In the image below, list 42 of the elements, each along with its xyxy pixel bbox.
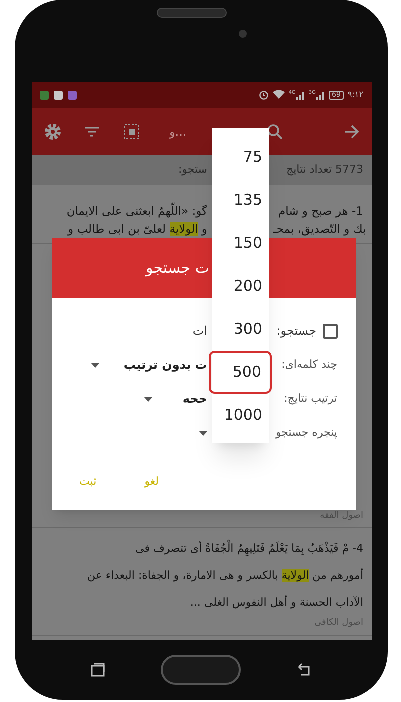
dropdown-option[interactable]: 150 xyxy=(212,222,268,265)
dropdown-value: ححه xyxy=(182,391,208,408)
dropdown-option[interactable]: 135 xyxy=(212,179,268,222)
result-text: 1- هر صبح و شام xyxy=(278,203,364,220)
checkbox[interactable] xyxy=(322,324,338,338)
field-label: پنجره جستجو xyxy=(276,424,338,441)
dropdown-value: ت بدون ترتیب xyxy=(124,357,208,374)
filter-icon[interactable] xyxy=(84,126,100,138)
result-text: گو: «اللّهمّ ابعثنی علی الایمان xyxy=(66,203,208,220)
dropdown-option[interactable]: 75 xyxy=(212,136,268,179)
result-text: بك و التّصديق، بمحـ xyxy=(274,221,366,238)
clock-time: ۹:۱۲ xyxy=(348,89,364,101)
signal-icon xyxy=(296,90,305,100)
dialog-title: ت جستجو xyxy=(146,258,210,279)
search-icon[interactable] xyxy=(266,124,283,140)
dropdown-caret-icon[interactable] xyxy=(90,362,100,368)
settings-icon[interactable] xyxy=(44,122,62,140)
results-count: 5773 تعداد نتایج xyxy=(286,162,364,178)
dropdown-option[interactable]: 300 xyxy=(212,308,268,351)
field-label: چند کلمه‌ای: xyxy=(282,356,338,373)
dropdown-option[interactable]: 500 xyxy=(208,351,272,394)
forward-arrow-icon[interactable] xyxy=(344,124,360,138)
speaker-grille xyxy=(156,8,226,18)
home-button[interactable] xyxy=(160,655,240,685)
result-text: و الولاية لعلیّ بن ابی طالب و xyxy=(68,221,208,238)
option-label: ات xyxy=(192,323,208,340)
wifi-icon xyxy=(272,90,285,100)
alarm-icon xyxy=(258,90,269,100)
dropdown-caret-icon[interactable] xyxy=(144,396,153,402)
dropdown-caret-icon[interactable] xyxy=(198,430,208,436)
dropdown-option[interactable]: 1000 xyxy=(212,394,268,437)
field-label: ترتیب نتایج: xyxy=(284,390,338,407)
result-text: 4- مْ فَيَذْهَبُ بِمَا يَعْلَمُ فَتَلِيهِمُ الْجُفَاةُ أی تتصرف فی xyxy=(136,541,364,558)
search-hint: و... xyxy=(170,124,187,140)
dropdown-option[interactable]: 200 xyxy=(212,265,268,308)
result-text: أمورهم من الولاية بالكسر و هی الامارة، و الجفاة: البعداء عن xyxy=(87,568,364,584)
select-area-icon[interactable] xyxy=(124,124,140,140)
option-label: جستجو: xyxy=(276,323,316,340)
results-count: ستجو: xyxy=(178,162,208,178)
result-text: الآداب الحسنة و أهل النفوس الغلی ... xyxy=(190,595,364,612)
recent-apps-icon[interactable] xyxy=(90,662,106,678)
signal-icon xyxy=(316,90,325,100)
